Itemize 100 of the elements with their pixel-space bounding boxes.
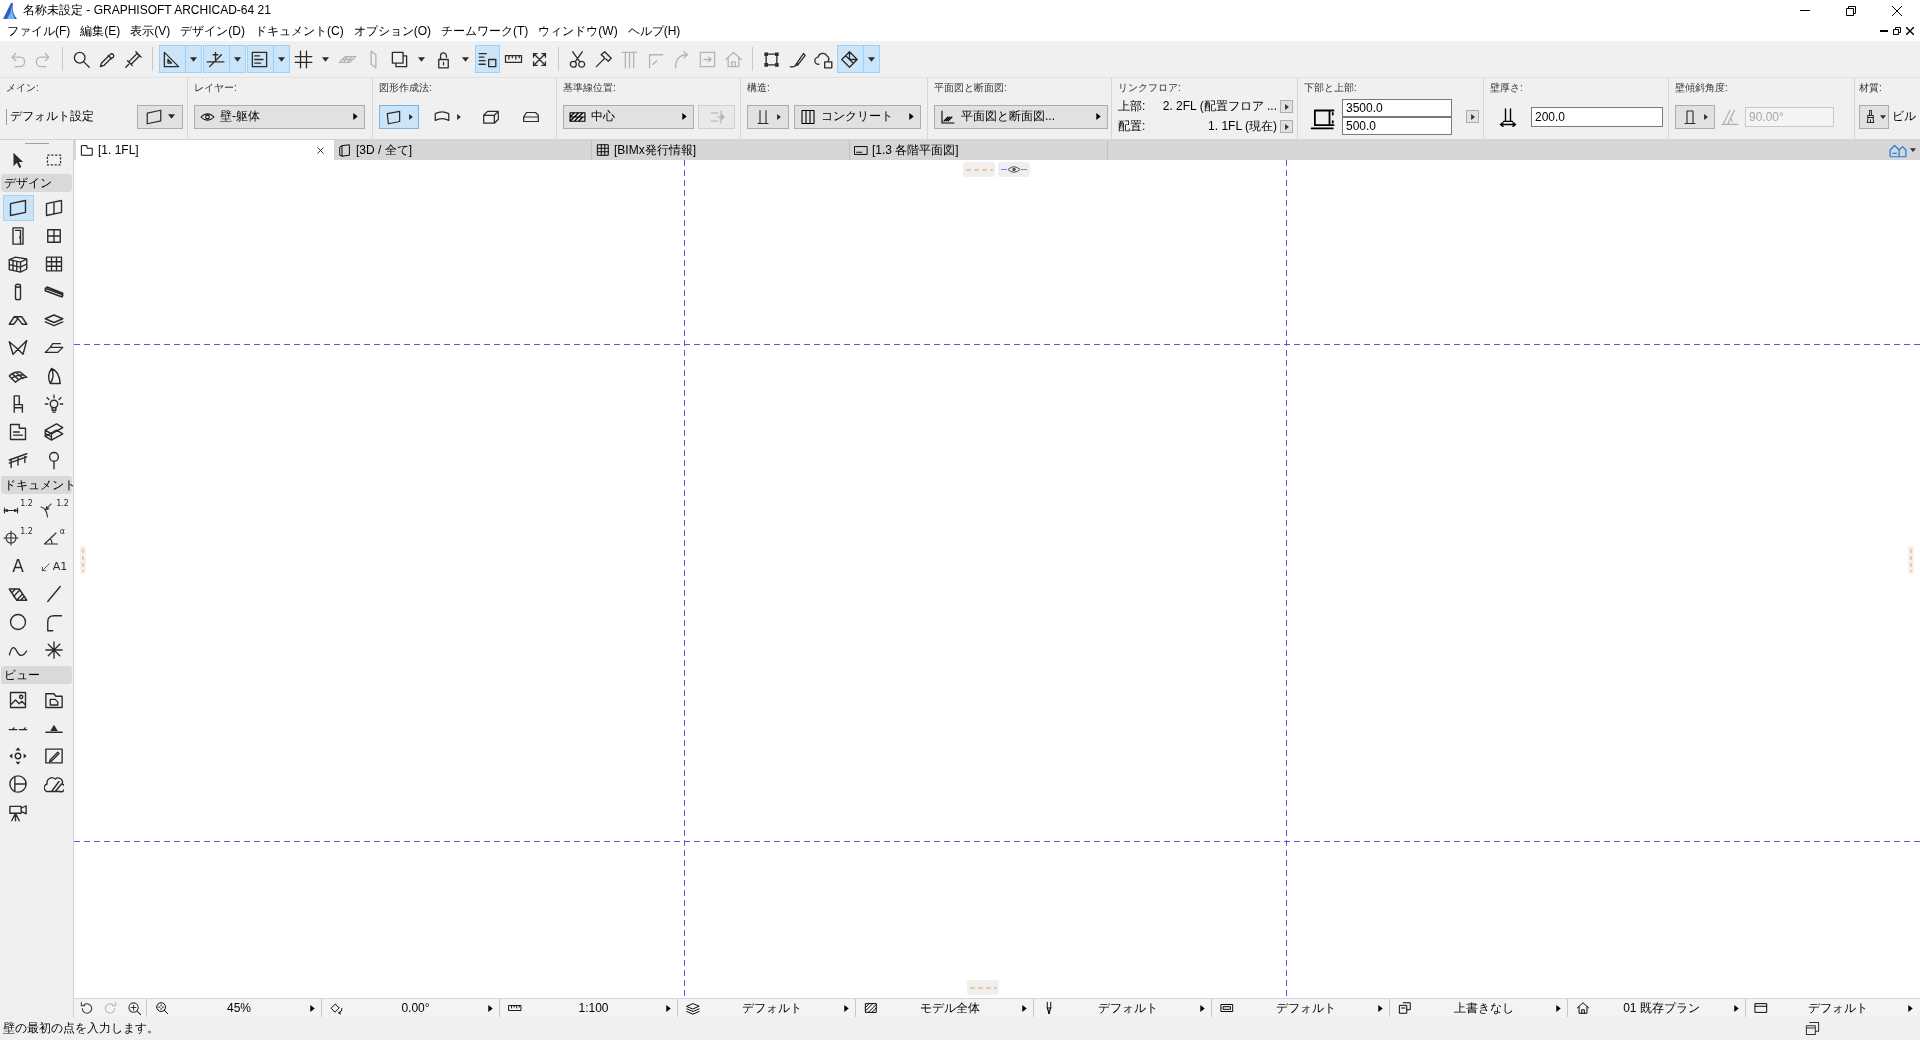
lines-box-icon [250,49,269,69]
material-button[interactable] [1859,104,1889,129]
caret-right-icon [352,113,359,120]
geometry-method-button[interactable] [379,104,419,129]
eye-marker-icon[interactable] [998,162,1030,177]
section-marker-icon [8,725,28,731]
hatched-bar-icon [569,111,586,122]
thickness-icon [1498,106,1518,127]
label-arrow-icon [40,560,52,572]
grid-plane-icon [338,55,357,63]
slanted-wall-icon [1721,107,1739,126]
caret-right-icon [1283,103,1290,110]
menu-item[interactable]: ヘルプ(H) [622,22,686,40]
toolbox-section-header[interactable]: デザイン [1,174,72,192]
dashed-marker-icon[interactable] [967,980,999,995]
dashed-marker-icon[interactable] [80,546,86,574]
basic-structure-icon [754,108,771,125]
toolbar-button[interactable] [475,45,500,73]
railing-icon [8,450,28,470]
document-restore-button[interactable] [1890,25,1903,37]
four-arrows-icon [8,746,28,766]
hatched-box-icon [864,1001,878,1015]
house-icon [1576,1001,1590,1015]
zoom-navigation-button[interactable] [78,1000,94,1016]
magnifier-icon [72,49,91,69]
dashed-marker-icon[interactable] [963,162,995,177]
menu-item[interactable]: デザイン(D) [175,22,250,40]
section-label: 壁厚さ: [1490,81,1523,94]
menu-item[interactable]: ドキュメント(C) [250,22,349,40]
plan-section-dropdown[interactable]: 平面図と断面図... [934,104,1108,129]
toolbox-tool[interactable]: 1.2 [2,525,34,551]
caret-right-icon [775,113,782,120]
toolbar-button[interactable] [159,45,202,73]
caret-right-icon [1702,113,1709,120]
menu-item[interactable]: チームワーク(T) [436,22,534,40]
toolbox-tool[interactable]: A [2,553,34,579]
box-arrow-icon [698,49,717,69]
table-icon [596,143,610,157]
close-icon [1905,27,1914,35]
layer-dropdown[interactable]: 壁-躯体 [194,104,365,129]
element-settings-button[interactable] [137,104,183,129]
menu-item[interactable]: 表示(V) [125,22,176,40]
vertical-wall-icon [1681,108,1698,125]
height-options-button[interactable] [1466,110,1479,123]
plane-icon [44,343,64,353]
caret-right-icon [1377,1004,1384,1012]
toolbar-button[interactable] [247,45,290,73]
thickness-field[interactable]: 200.0 [1531,106,1663,127]
toolbar-button[interactable] [203,45,246,73]
toolbox-tool[interactable]: α [38,525,70,551]
reference-line-dropdown[interactable]: 中心 [563,104,694,129]
menu-item[interactable]: ウィンドウ(W) [533,22,623,40]
zoom-back-icon [78,1000,94,1016]
zoom-navigation-button[interactable] [126,1000,142,1016]
menu-item[interactable]: ファイル(F) [2,22,76,40]
menu-item[interactable]: 編集(E) [75,22,126,40]
restore-icon [1846,5,1856,16]
caret-right-icon [1733,1004,1740,1012]
link-floor-value: 2. 2FL (配置フロア ... [1161,98,1277,115]
dashed-rectangle-icon [46,154,62,166]
toolbox-tool[interactable]: A1 [38,553,70,579]
structure-type-button[interactable] [747,104,789,129]
caret-down-icon [168,113,175,120]
section-label: 構造: [747,81,770,94]
grid-icon [294,49,313,69]
window-title: 名称未設定 - GRAPHISOFT ARCHICAD-64 21 [23,2,271,19]
top-height-field[interactable]: 3500.0 [1342,98,1452,117]
toolbox-tool[interactable] [2,195,34,221]
toolbar-button[interactable] [837,45,880,73]
slant-type-button[interactable] [1675,104,1715,129]
syringe-icon [124,49,143,69]
view-tab[interactable]: [1. 1FL] [76,140,334,160]
composite-layers-icon [800,108,816,125]
caret-down-icon [868,55,875,63]
toolbox-section-header[interactable]: ビュー [1,666,72,684]
toolbox-tool[interactable]: 1.2 [2,497,34,523]
caret-down-icon [418,55,425,63]
sheet-icon [854,145,868,155]
toolbox-section-header[interactable]: ドキュメント [1,476,72,494]
document-close-button[interactable] [1903,25,1916,37]
shell-icon [8,338,28,358]
caret-right-icon [665,1004,672,1012]
dimension-icon [3,506,20,514]
minimize-icon [1879,30,1888,32]
composite-dropdown[interactable]: コンクリート [794,104,921,129]
section-label: 下部と上部: [1304,81,1357,94]
zone-icon [8,422,28,442]
view-setting-dropdown[interactable]: デフォルト [1746,999,1920,1017]
link-floor-button[interactable] [1280,100,1293,113]
ruler-icon [508,1005,522,1011]
menu-item[interactable]: オプション(O) [348,22,436,40]
caret-right-icon [1907,1004,1914,1012]
polyline-icon [44,612,64,632]
caret-right-icon [407,113,414,120]
link-floor-button[interactable] [1280,120,1293,133]
toolbox-tool[interactable]: 1.2 [38,497,70,523]
window-frame-icon [1754,1001,1768,1015]
caret-right-icon [908,113,915,120]
dashed-marker-icon[interactable] [1908,546,1914,574]
picture-icon [8,690,28,710]
